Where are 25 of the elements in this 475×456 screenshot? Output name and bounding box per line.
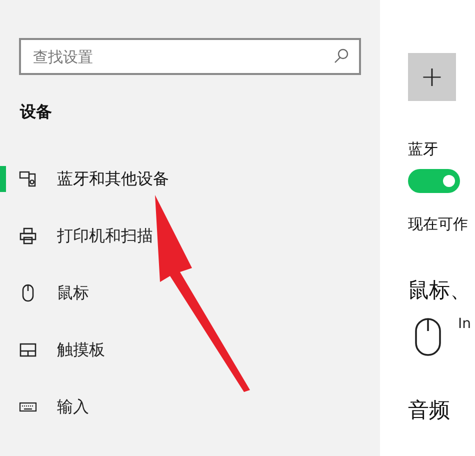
- bluetooth-toggle[interactable]: [408, 168, 460, 192]
- search-field[interactable]: 查找设置: [19, 38, 361, 75]
- section-heading: 设备: [18, 101, 53, 123]
- nav-item-label: 输入: [57, 396, 89, 418]
- section-heading: 鼠标、: [408, 277, 472, 304]
- discoverable-text: 现在可作: [408, 214, 469, 234]
- nav-item[interactable]: 触摸板: [0, 321, 380, 378]
- device-name: In: [458, 316, 472, 330]
- bluetooth-label: 蓝牙: [408, 139, 439, 160]
- touchpad-icon: [19, 340, 37, 358]
- nav-item-label: 鼠标: [57, 282, 89, 304]
- nav-item[interactable]: 鼠标: [0, 264, 380, 321]
- search-icon: [333, 48, 349, 64]
- nav-item-label: 蓝牙和其他设备: [57, 168, 169, 190]
- nav-item[interactable]: 输入: [0, 378, 380, 435]
- keyboard-speaker-icon: [19, 170, 37, 188]
- printer-icon: [19, 226, 37, 244]
- add-device-button[interactable]: +: [408, 53, 456, 101]
- nav-item-label: 触摸板: [57, 338, 105, 360]
- section-heading: 音频: [408, 396, 451, 424]
- mouse-icon: [414, 316, 442, 356]
- nav-item[interactable]: 蓝牙和其他设备: [0, 150, 380, 207]
- nav-item-label: 打印机和扫描: [57, 224, 153, 246]
- selection-indicator: [0, 166, 6, 192]
- nav-item[interactable]: 打印机和扫描: [0, 207, 380, 264]
